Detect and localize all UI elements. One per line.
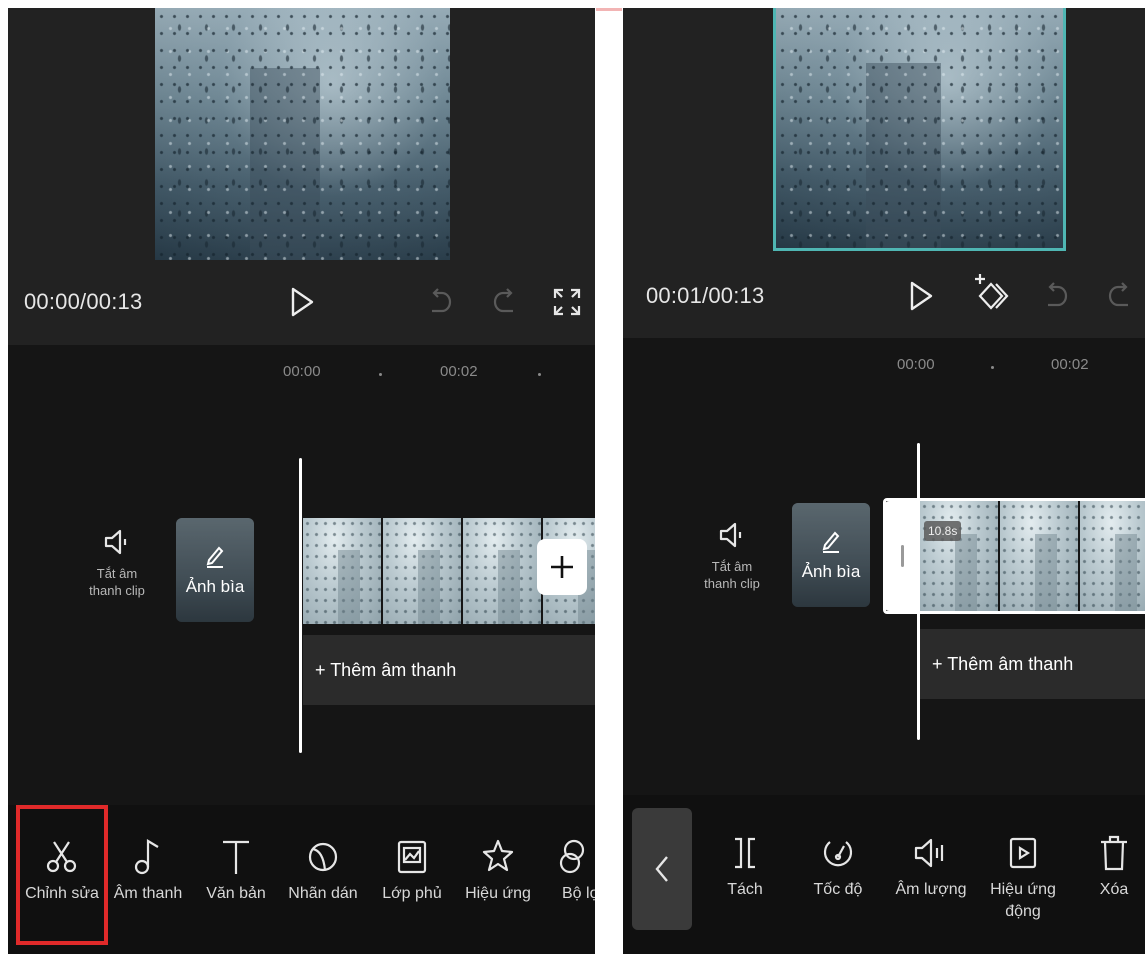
ruler-mark-0: 00:00 (283, 363, 321, 380)
clip-thumbnail (1080, 501, 1145, 611)
rain-texture (155, 8, 450, 260)
chevron-left-icon (655, 856, 668, 882)
cover-label: Ảnh bìa (801, 562, 861, 581)
add-audio-button[interactable]: + Thêm âm thanh (303, 635, 595, 705)
clip-thumbnail (920, 501, 998, 611)
redo-icon[interactable] (1103, 278, 1137, 314)
play-icon[interactable] (284, 282, 320, 322)
highlight-edit-tool (16, 805, 108, 945)
back-button[interactable] (632, 808, 692, 930)
tool-label: Tốc độ (813, 881, 863, 898)
tool-sticker[interactable]: Nhãn dán (282, 835, 364, 905)
video-clip-strip[interactable] (920, 501, 1145, 611)
speaker-mute-icon (719, 522, 742, 548)
clip-thumbnail (383, 518, 461, 624)
clip-thumbnail (1000, 501, 1078, 611)
tool-text[interactable]: Văn bản (196, 835, 276, 905)
undo-icon[interactable] (423, 284, 457, 320)
bottom-toolbar: Tách Tốc độ Âm lượng Hiệu ứng động Xóa (623, 795, 1145, 954)
undo-icon[interactable] (1039, 278, 1073, 314)
clip-thumbnail (303, 518, 381, 624)
tool-audio[interactable]: Âm thanh (108, 835, 188, 905)
playback-time: 00:00/00:13 (24, 289, 143, 314)
trash-icon (1101, 835, 1127, 871)
tool-label: Văn bản (206, 885, 266, 902)
tool-label: Âm thanh (113, 885, 183, 902)
playhead[interactable] (299, 458, 302, 753)
add-keyframe-icon[interactable] (971, 271, 1013, 317)
cover-shade (792, 503, 870, 607)
timeline[interactable]: 00:00 00:02 Tắt âm thanh clip Ảnh bìa + … (8, 345, 595, 805)
cover-image-button[interactable]: Ảnh bìa (792, 503, 870, 607)
animation-icon (1009, 837, 1037, 869)
preview-area: 00:00/00:13 (8, 8, 595, 345)
cover-shade (176, 518, 254, 622)
redo-icon[interactable] (488, 284, 522, 320)
ruler-dot (379, 373, 382, 376)
mute-label-line2: thanh clip (704, 576, 760, 591)
music-note-icon (134, 839, 159, 875)
tool-label: Âm lượng (895, 881, 967, 898)
tool-label: Tách (727, 881, 763, 898)
mute-clip-audio-button[interactable]: Tắt âm thanh clip (82, 527, 152, 599)
tool-label: Xóa (1099, 881, 1129, 898)
clip-duration-badge: 10.8s (924, 521, 962, 541)
timeline[interactable]: 00:00 00:02 Tắt âm thanh clip Ảnh bìa 10… (623, 338, 1145, 798)
ruler-dot (538, 373, 541, 376)
tool-split[interactable]: Tách (705, 831, 785, 901)
overlay-icon (397, 840, 427, 874)
tool-overlay[interactable]: Lớp phủ (372, 835, 452, 905)
tool-delete[interactable]: Xóa (1079, 831, 1145, 901)
split-icon (735, 837, 755, 869)
ruler-mark-1: 00:02 (1051, 356, 1089, 373)
tool-filter[interactable]: Bộ lọ (554, 835, 595, 905)
video-preview-selected[interactable] (773, 8, 1066, 251)
screenshot-root: 00:00/00:13 00:00 00:02 Tắt âm thanh cli… (0, 0, 1145, 954)
rain-texture (776, 8, 1063, 248)
tool-animation[interactable]: Hiệu ứng động (981, 831, 1065, 923)
clip-trim-handle[interactable] (885, 501, 919, 611)
editor-panel-right: 00:01/00:13 00:00 00:02 Tắt âm thanh cli… (623, 8, 1145, 954)
speaker-mute-icon (104, 529, 127, 555)
image-divider (595, 8, 623, 954)
pencil-icon (206, 546, 224, 568)
mute-label-line1: Tắt âm (711, 559, 753, 574)
ruler-dot (991, 366, 994, 369)
tool-label: Hiệu ứng (465, 885, 531, 902)
tool-label: Bộ lọ (562, 885, 595, 902)
video-preview[interactable] (155, 8, 450, 260)
mute-label-line1: Tắt âm (96, 566, 138, 581)
mute-label-line2: thanh clip (89, 583, 145, 598)
handle-grip (900, 545, 904, 567)
divider-accent (596, 8, 622, 11)
tool-volume[interactable]: Âm lượng (888, 831, 974, 901)
add-audio-button[interactable]: + Thêm âm thanh (920, 629, 1145, 699)
cover-image-button[interactable]: Ảnh bìa (176, 518, 254, 622)
playhead[interactable] (917, 443, 920, 740)
mute-clip-audio-button[interactable]: Tắt âm thanh clip (697, 520, 767, 592)
add-clip-button[interactable] (537, 539, 587, 595)
play-icon[interactable] (903, 276, 939, 316)
tool-effects[interactable]: Hiệu ứng (458, 835, 538, 905)
fullscreen-icon[interactable] (548, 283, 586, 321)
filter-icon (559, 839, 585, 874)
cover-label: Ảnh bìa (185, 577, 245, 596)
effects-star-icon (482, 839, 514, 872)
playback-time: 00:01/00:13 (646, 283, 765, 308)
pencil-icon (822, 531, 840, 553)
tool-label: Lớp phủ (382, 885, 442, 902)
tool-label: Hiệu ứng (990, 881, 1056, 898)
preview-area: 00:01/00:13 (623, 8, 1145, 345)
tool-label-line2: động (1005, 903, 1041, 920)
speed-icon (823, 841, 853, 867)
tool-label: Nhãn dán (288, 885, 358, 902)
ruler-mark-0: 00:00 (897, 356, 935, 373)
sticker-icon (308, 842, 338, 872)
ruler-mark-1: 00:02 (440, 363, 478, 380)
plus-icon (551, 556, 573, 578)
volume-icon (914, 838, 944, 868)
text-icon (223, 840, 249, 874)
clip-thumbnail (463, 518, 541, 624)
tool-speed[interactable]: Tốc độ (798, 831, 878, 901)
